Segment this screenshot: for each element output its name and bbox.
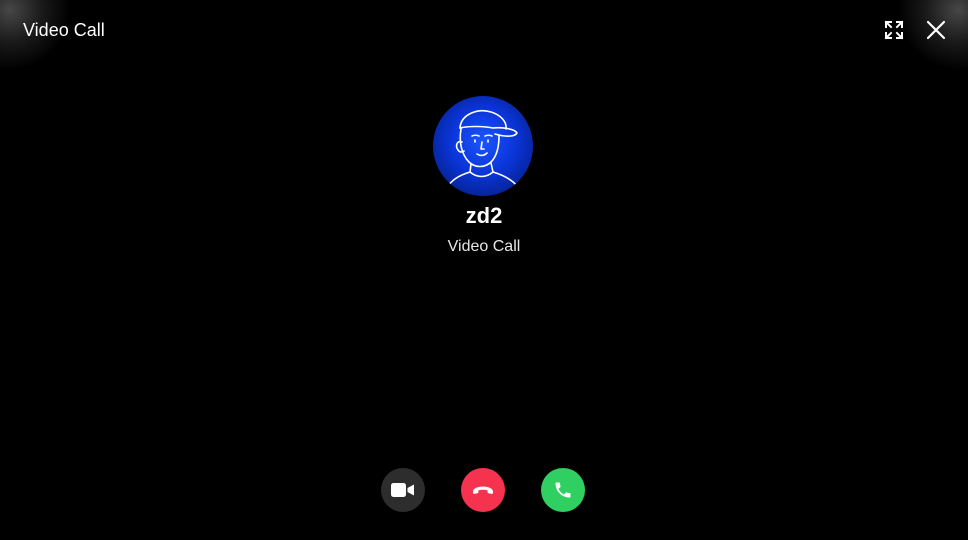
close-button[interactable] — [920, 14, 952, 46]
hang-up-icon — [473, 486, 493, 494]
decline-call-button[interactable] — [461, 468, 505, 512]
video-call-window: Video Call zd2 Video Call — [0, 0, 968, 540]
close-icon — [926, 20, 946, 40]
caller-name: zd2 — [465, 203, 503, 228]
caller-avatar — [433, 96, 533, 196]
fullscreen-button[interactable] — [878, 14, 910, 46]
fullscreen-icon — [884, 20, 904, 40]
call-type-label: Video Call — [447, 238, 521, 255]
accept-call-button[interactable] — [541, 468, 585, 512]
phone-icon — [555, 482, 571, 498]
avatar-illustration — [446, 110, 520, 189]
window-title: Video Call — [23, 20, 105, 40]
video-camera-icon — [391, 483, 414, 497]
toggle-camera-button[interactable] — [381, 468, 425, 512]
